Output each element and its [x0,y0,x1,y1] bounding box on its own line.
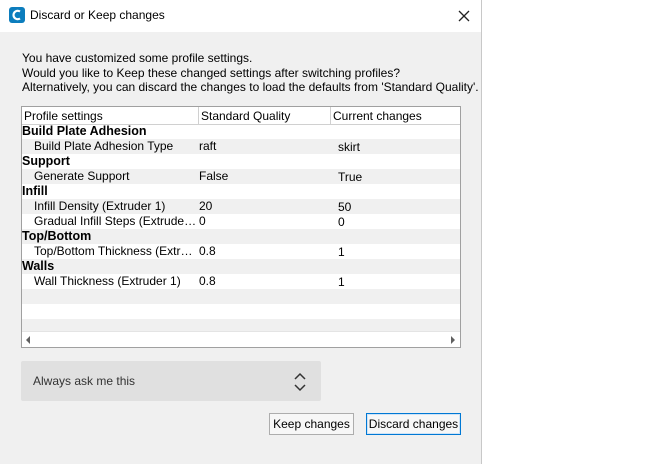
category-label: Build Plate Adhesion [22,124,147,138]
table-row[interactable]: Generate Support False True [22,169,460,184]
table-row [22,289,460,304]
close-icon[interactable] [453,5,475,27]
standard-value-cell: False [199,169,229,183]
category-row[interactable]: Top/Bottom [22,229,460,244]
category-row[interactable]: Infill [22,184,460,199]
window-title: Discard or Keep changes [30,8,165,22]
category-row[interactable]: Build Plate Adhesion [22,124,460,139]
table-row [22,304,460,319]
title-bar: Discard or Keep changes [0,0,481,32]
table-header: Profile settings Standard Quality Curren… [22,107,460,125]
category-label: Top/Bottom [22,229,92,243]
cura-app-icon [9,7,25,23]
discard-or-keep-dialog: Discard or Keep changes You have customi… [0,0,482,464]
message-text: You have customized some profile setting… [22,51,481,95]
column-header-current-changes[interactable]: Current changes [331,107,460,124]
standard-value-cell: 0.8 [199,274,216,288]
standard-value-cell: raft [199,139,217,153]
setting-name-cell: Top/Bottom Thickness (Extruder 1) [34,244,197,258]
scroll-left-arrow-icon[interactable] [24,335,32,345]
setting-name-cell: Wall Thickness (Extruder 1) [34,274,181,288]
table-body: Build Plate Adhesion Build Plate Adhesion… [22,124,460,334]
keep-changes-button[interactable]: Keep changes [269,413,354,435]
category-row[interactable]: Support [22,154,460,169]
category-label: Support [22,154,70,168]
horizontal-scrollbar[interactable] [22,331,460,347]
standard-value-cell: 0 [199,214,206,228]
category-label: Infill [22,184,48,198]
category-row[interactable]: Walls [22,259,460,274]
table-row[interactable]: Gradual Infill Steps (Extruder 1) 0 0 [22,214,460,229]
scrollbar-track[interactable] [39,336,442,344]
setting-name-cell: Infill Density (Extruder 1) [34,199,166,213]
profile-behavior-dropdown[interactable]: Always ask me this [21,361,321,401]
message-line-3: Alternatively, you can discard the chang… [22,80,479,94]
discard-changes-button[interactable]: Discard changes [366,413,461,435]
category-label: Walls [22,259,55,273]
up-down-chevron-icon [294,372,306,392]
scroll-right-arrow-icon[interactable] [449,335,457,345]
setting-name-cell: Generate Support [34,169,130,183]
column-header-profile-settings[interactable]: Profile settings [22,107,199,124]
message-line-2: Would you like to Keep these changed set… [22,65,400,80]
column-header-standard-quality[interactable]: Standard Quality [199,107,331,124]
dropdown-selected-value: Always ask me this [33,374,136,388]
setting-name-cell: Build Plate Adhesion Type [34,139,174,153]
setting-name-cell: Gradual Infill Steps (Extruder 1) [34,214,197,228]
table-row[interactable]: Build Plate Adhesion Type raft skirt [22,139,460,154]
message-line-1: You have customized some profile setting… [22,51,253,65]
standard-value-cell: 20 [199,199,213,213]
standard-value-cell: 0.8 [199,244,216,258]
table-row[interactable]: Infill Density (Extruder 1) 20 50 [22,199,460,214]
table-row[interactable]: Top/Bottom Thickness (Extruder 1)0.81 [22,244,460,259]
table-row[interactable]: Wall Thickness (Extruder 1) 0.8 1 [22,274,460,289]
settings-table: Profile settings Standard Quality Curren… [21,106,461,348]
